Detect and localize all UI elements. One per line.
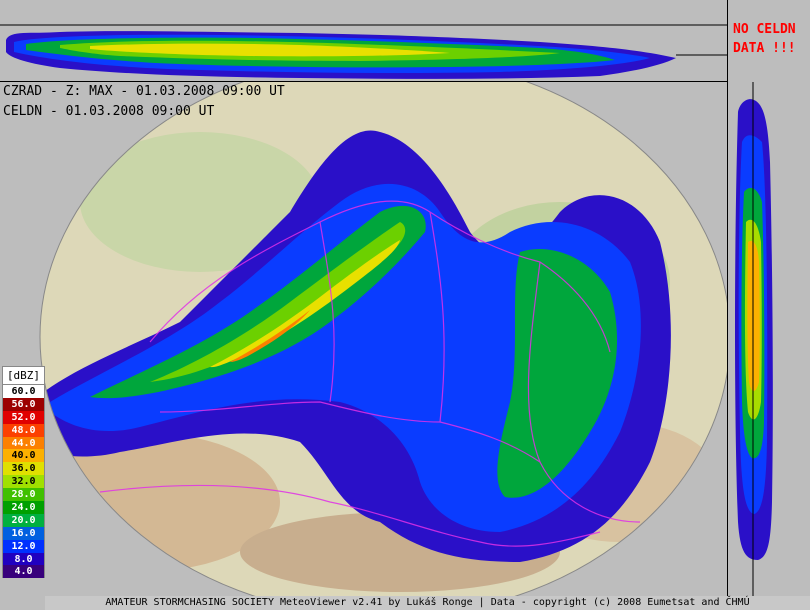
radar-viewer: NO CELDN DATA !!! CZRAD - Z: MAX - 01.03… xyxy=(0,0,810,610)
dbz-legend: [dBZ] 60.0 56.0 52.0 48.0 44.0 40.0 36.0 32.0 28… xyxy=(2,366,45,579)
legend-swatch: 4.0 xyxy=(2,565,45,579)
right-separator xyxy=(727,0,728,596)
legend-swatch: 44.0 xyxy=(2,436,45,450)
legend-swatch: 60.0 xyxy=(2,385,45,398)
no-celdn-warning: NO CELDN DATA !!! xyxy=(733,22,796,56)
legend-swatch: 12.0 xyxy=(2,539,45,553)
legend-swatch: 28.0 xyxy=(2,488,45,502)
top-cross-section xyxy=(0,0,728,82)
legend-swatch: 48.0 xyxy=(2,423,45,437)
info-block: CZRAD - Z: MAX - 01.03.2008 09:00 UT CEL… xyxy=(3,82,285,122)
legend-swatch: 36.0 xyxy=(2,462,45,476)
legend-swatch: 52.0 xyxy=(2,410,45,424)
radar-timestamp: CZRAD - Z: MAX - 01.03.2008 09:00 UT xyxy=(3,84,285,99)
legend-swatch: 40.0 xyxy=(2,449,45,463)
legend-swatch: 32.0 xyxy=(2,475,45,489)
right-cross-section xyxy=(728,82,810,596)
lightning-timestamp: CELDN - 01.03.2008 09:00 UT xyxy=(3,104,215,119)
legend-swatch: 20.0 xyxy=(2,513,45,527)
legend-swatch: 8.0 xyxy=(2,552,45,566)
legend-swatch: 56.0 xyxy=(2,397,45,411)
radar-map xyxy=(0,82,728,596)
legend-title: [dBZ] xyxy=(2,366,45,385)
legend-swatch: 24.0 xyxy=(2,501,45,514)
legend-swatch: 16.0 xyxy=(2,526,45,540)
footer-credit: AMATEUR STORMCHASING SOCIETY MeteoViewer… xyxy=(45,596,810,610)
